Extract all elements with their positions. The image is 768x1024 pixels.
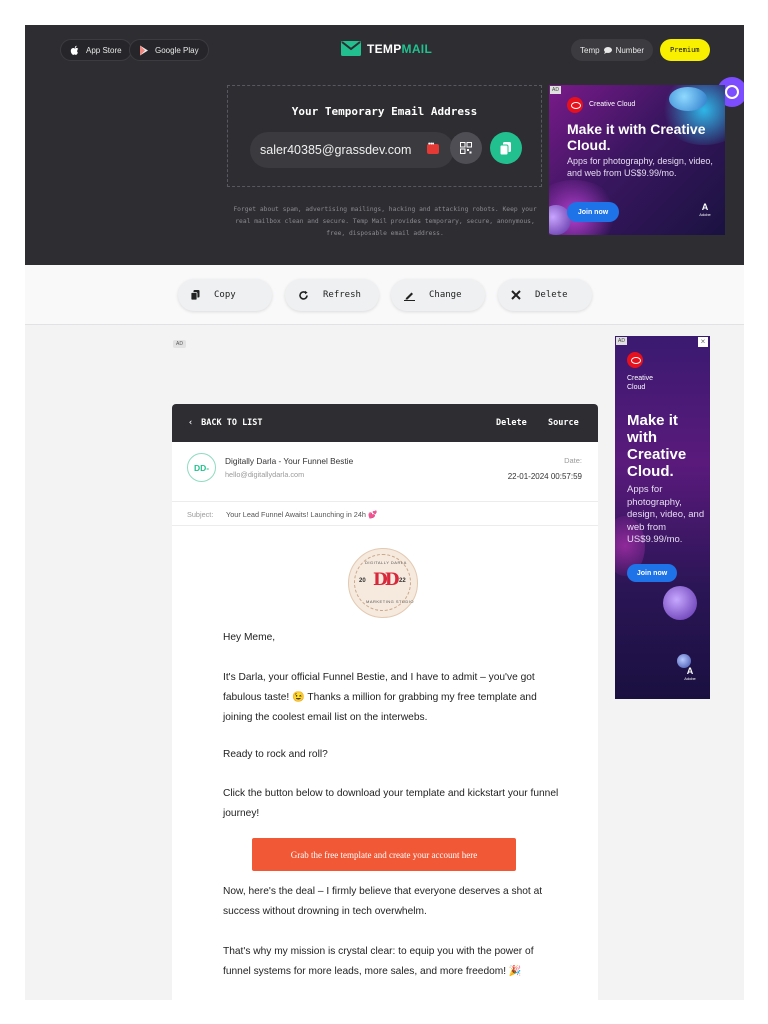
- temp-number-button[interactable]: Temp Number: [571, 39, 654, 61]
- ad-planet: [669, 87, 707, 111]
- email-message-card: ‹ BACK TO LIST Delete Source DD- Digital…: [172, 404, 598, 1000]
- body-paragraph: Hey Meme,: [223, 632, 276, 643]
- chevron-left-icon: ‹: [188, 418, 194, 428]
- back-to-list-label: BACK TO LIST: [201, 418, 263, 428]
- message-delete-button[interactable]: Delete: [496, 418, 527, 428]
- temp-mail-logo[interactable]: TEMPMAIL: [341, 41, 432, 56]
- back-to-list-button[interactable]: ‹ BACK TO LIST: [188, 418, 263, 428]
- creative-cloud-side-ad[interactable]: AD × Creative Cloud Make it with Creativ…: [615, 336, 710, 699]
- header: App Store Google Play TEMPMAIL Temp Numb…: [25, 25, 744, 265]
- chat-bubble-icon: [603, 46, 612, 54]
- subject-row: Subject: Your Lead Funnel Awaits! Launch…: [172, 502, 598, 526]
- logo-top-text: DIGITALLY DARLA: [365, 560, 407, 565]
- message-toolbar: ‹ BACK TO LIST Delete Source: [172, 404, 598, 442]
- digitally-darla-logo: DIGITALLY DARLA 20 DD 22 MARKETING STUDI…: [348, 548, 418, 618]
- change-button[interactable]: Change: [391, 279, 485, 311]
- temp-number-label-1: Temp: [580, 45, 600, 55]
- copy-label: Copy: [214, 290, 236, 300]
- ad-brand: Creative Cloud: [589, 101, 636, 108]
- ad-label: AD: [550, 86, 561, 94]
- message-source-button[interactable]: Source: [548, 418, 579, 428]
- sender-avatar: DD-: [187, 453, 216, 482]
- body-paragraph: That's why my mission is crystal clear: …: [223, 946, 534, 977]
- copy-button[interactable]: Copy: [178, 279, 272, 311]
- logo-year-left: 20: [359, 578, 366, 584]
- date-label: Date:: [564, 456, 582, 465]
- logo-text-mail: MAIL: [401, 41, 433, 56]
- logo-bottom-text: MARKETING STUDIO: [366, 599, 415, 604]
- ad-join-button[interactable]: Join now: [567, 202, 619, 222]
- ad-brand: Creative Cloud: [627, 375, 654, 391]
- adobe-logo-icon: A Adobe: [697, 202, 713, 217]
- header-description: Forget about spam, advertising mailings,…: [233, 206, 537, 237]
- action-bar: Copy Refresh Change Delete: [25, 265, 744, 325]
- subject-label: Subject:: [187, 510, 214, 519]
- creative-cloud-logo-icon: [627, 352, 643, 368]
- content-ad-label: AD: [173, 340, 186, 348]
- date-value: 22-01-2024 00:57:59: [507, 472, 582, 481]
- ad-label: AD: [616, 337, 627, 345]
- copy-icon: [191, 290, 200, 300]
- qr-code-icon: [460, 142, 472, 154]
- refresh-label: Refresh: [323, 290, 361, 300]
- close-icon: [511, 290, 521, 300]
- ad-subtext: Apps for photography, design, video, and…: [567, 156, 713, 178]
- edit-pen-icon: [404, 292, 415, 301]
- copy-email-button[interactable]: [490, 132, 522, 164]
- envelope-icon: [341, 41, 361, 56]
- change-label: Change: [429, 290, 462, 300]
- body-paragraph: Click the button below to download your …: [223, 788, 559, 819]
- ad-planet: [663, 586, 697, 620]
- adobe-label: Adobe: [699, 212, 711, 217]
- refresh-button[interactable]: Refresh: [285, 279, 379, 311]
- sender-row: DD- Digitally Darla - Your Funnel Bestie…: [172, 442, 598, 502]
- qr-code-button[interactable]: [450, 132, 482, 164]
- logo-text-temp: TEMP: [367, 41, 402, 56]
- sender-name: Digitally Darla - Your Funnel Bestie: [225, 456, 354, 466]
- logo-year-right: 22: [399, 578, 406, 584]
- temp-number-label-2: Number: [615, 45, 645, 55]
- copy-icon: [500, 141, 511, 155]
- email-address-box: Your Temporary Email Address saler40385@…: [227, 85, 542, 187]
- email-address-field[interactable]: saler40385@grassdev.com: [250, 132, 454, 168]
- logo-monogram: DD: [373, 570, 400, 590]
- app-store-button[interactable]: App Store: [60, 39, 132, 61]
- email-address-value: saler40385@grassdev.com: [260, 143, 412, 157]
- app-store-label: App Store: [86, 45, 122, 55]
- email-box-title: Your Temporary Email Address: [291, 105, 478, 118]
- ad-subtext: Apps for photography, design, video, and…: [627, 484, 705, 545]
- google-play-label: Google Play: [155, 45, 199, 55]
- refresh-icon: [299, 290, 308, 300]
- ad-join-button[interactable]: Join now: [627, 564, 677, 582]
- more-dots-icon[interactable]: [427, 141, 439, 154]
- grab-template-button[interactable]: Grab the free template and create your a…: [252, 838, 516, 871]
- subject-value: Your Lead Funnel Awaits! Launching in 24…: [226, 510, 378, 519]
- delete-label: Delete: [535, 290, 568, 300]
- sender-email: hello@digitallydarla.com: [225, 470, 305, 479]
- ad-close-icon[interactable]: ×: [698, 337, 708, 347]
- adobe-logo-icon: A Adobe: [682, 666, 698, 681]
- premium-button[interactable]: Premium: [660, 39, 710, 61]
- adobe-label: Adobe: [684, 676, 696, 681]
- google-play-button[interactable]: Google Play: [129, 39, 209, 61]
- body-paragraph: Ready to rock and roll?: [223, 749, 328, 760]
- delete-button[interactable]: Delete: [498, 279, 592, 311]
- ad-headline: Make it with Creative Cloud.: [627, 412, 687, 480]
- google-play-icon: [140, 45, 148, 55]
- creative-cloud-logo-icon: [567, 97, 583, 113]
- apple-icon: [70, 45, 79, 55]
- creative-cloud-ad[interactable]: AD Creative Cloud Make it with Creative …: [549, 85, 725, 235]
- page: App Store Google Play TEMPMAIL Temp Numb…: [25, 25, 744, 1000]
- body-paragraph: It's Darla, your official Funnel Bestie,…: [223, 672, 537, 723]
- ad-headline: Make it with Creative Cloud.: [567, 121, 706, 153]
- body-paragraph: Now, here's the deal – I firmly believe …: [223, 886, 543, 917]
